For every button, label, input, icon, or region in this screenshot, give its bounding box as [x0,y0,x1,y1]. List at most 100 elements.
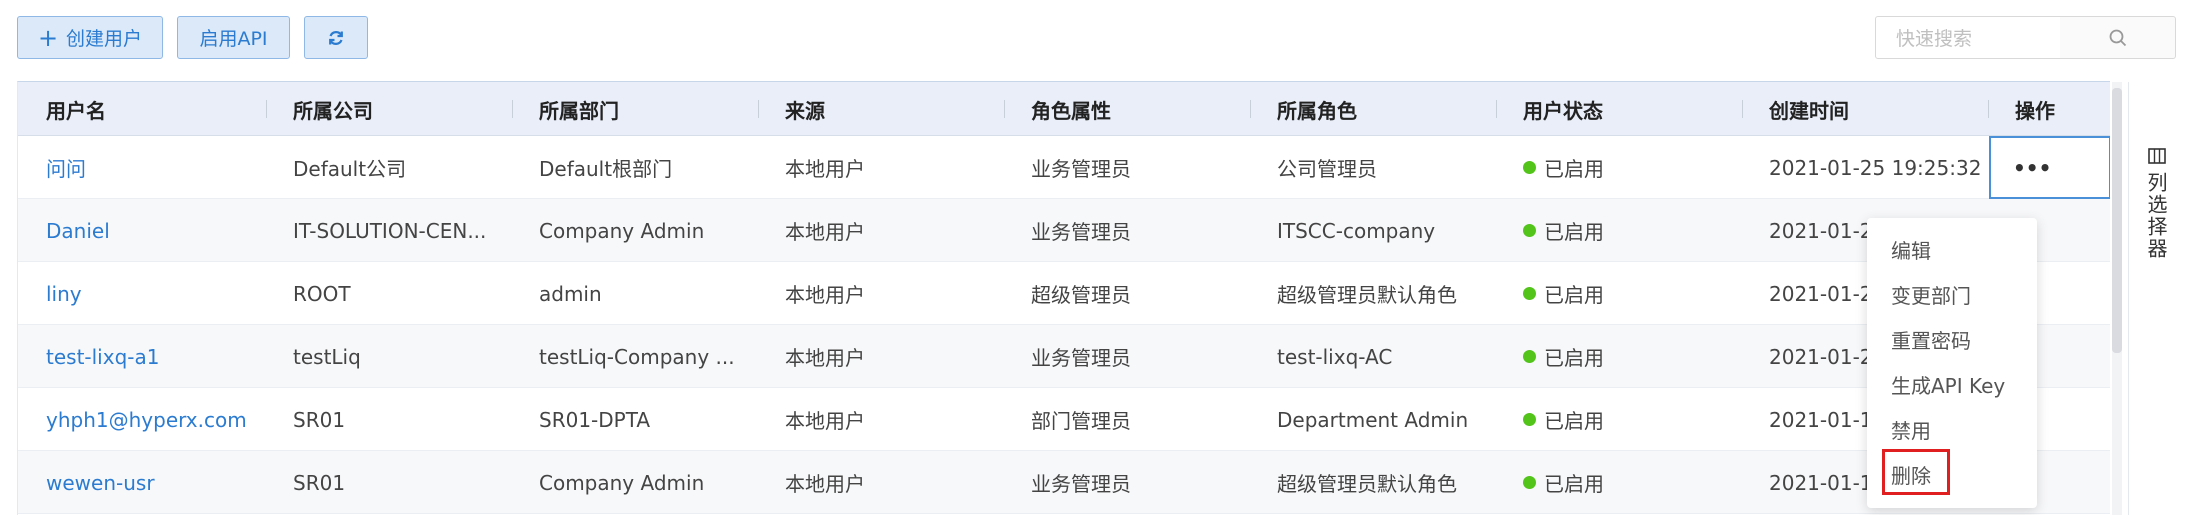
role-cell: 超级管理员默认角色 [1277,283,1457,307]
menu-item-change-department[interactable]: 变更部门 [1867,272,2037,317]
users-table: 用户名 所属公司 所属部门 来源 角色属性 所属角色 用户状态 创建时间 操作 … [17,81,2110,515]
role-attribute-cell: 超级管理员 [1031,283,1131,307]
toolbar: + 创建用户 启用API 快速搜索 [0,0,2185,80]
company-cell: Default公司 [293,157,407,181]
department-cell: Company Admin [539,470,705,495]
role-attribute-cell: 业务管理员 [1031,220,1131,244]
role-attribute-cell: 业务管理员 [1031,346,1131,370]
role-cell: test-lixq-AC [1277,344,1393,369]
status-badge: 已启用 [1523,262,1604,325]
more-icon: ••• [2013,155,2052,180]
search-icon [2109,29,2126,46]
menu-item-disable[interactable]: 禁用 [1867,407,2037,452]
company-cell: ROOT [293,281,351,306]
columns-icon [2148,148,2166,164]
vertical-scrollbar-thumb[interactable] [2112,88,2122,353]
table-row[interactable]: Daniel IT-SOLUTION-CEN... Company Admin … [18,199,2110,262]
role-cell: 超级管理员默认角色 [1277,472,1457,496]
role-cell: 公司管理员 [1277,157,1377,181]
column-divider[interactable] [1004,100,1005,118]
enable-api-label: 启用API [199,28,268,50]
status-badge: 已启用 [1523,451,1604,514]
column-header-operations: 操作 [2015,98,2055,123]
status-dot-icon [1523,287,1536,300]
table-row[interactable]: yhph1@hyperx.com SR01 SR01-DPTA 本地用户 部门管… [18,388,2110,451]
status-label: 已启用 [1544,409,1604,433]
column-selector-panel[interactable]: 列选择器 [2128,82,2185,515]
column-header-status[interactable]: 用户状态 [1523,82,1603,136]
status-dot-icon [1523,224,1536,237]
column-header-company[interactable]: 所属公司 [293,82,373,136]
username-link[interactable]: wewen-usr [46,451,155,514]
table-row[interactable]: wewen-usr SR01 Company Admin 本地用户 业务管理员 … [18,451,2110,514]
department-cell: SR01-DPTA [539,407,651,432]
column-divider[interactable] [758,100,759,118]
source-cell: 本地用户 [785,283,865,307]
source-cell: 本地用户 [785,346,865,370]
menu-item-generate-api-key[interactable]: 生成API Key [1867,362,2037,407]
status-label: 已启用 [1544,346,1604,370]
column-header-department[interactable]: 所属部门 [539,82,619,136]
refresh-icon [329,30,343,45]
column-divider[interactable] [1742,100,1743,118]
status-label: 已启用 [1544,283,1604,307]
created-time-cell: 2021-01-2 [1769,344,1873,369]
status-dot-icon [1523,350,1536,363]
menu-item-edit[interactable]: 编辑 [1867,227,2037,272]
status-badge: 已启用 [1523,199,1604,262]
create-user-label: 创建用户 [66,28,143,50]
table-row[interactable]: liny ROOT admin 本地用户 超级管理员 超级管理员默认角色 已启用… [18,262,2110,325]
source-cell: 本地用户 [785,472,865,496]
role-attribute-cell: 部门管理员 [1031,409,1131,433]
source-cell: 本地用户 [785,157,865,181]
status-label: 已启用 [1544,220,1604,244]
search-placeholder: 快速搜索 [1896,28,1973,50]
role-attribute-cell: 业务管理员 [1031,157,1131,181]
username-link[interactable]: yhph1@hyperx.com [46,388,247,451]
department-cell: admin [539,281,602,306]
role-cell: ITSCC-company [1277,218,1436,243]
table-row[interactable]: 问问 Default公司 Default根部门 本地用户 业务管理员 公司管理员… [18,136,2110,199]
column-header-role-attribute[interactable]: 角色属性 [1031,82,1111,136]
column-header-role[interactable]: 所属角色 [1277,82,1357,136]
column-divider[interactable] [512,100,513,118]
menu-item-reset-password[interactable]: 重置密码 [1867,317,2037,362]
column-divider[interactable] [1250,100,1251,118]
create-user-button[interactable]: + 创建用户 [17,16,163,59]
search-input[interactable]: 快速搜索 [1875,16,2061,59]
column-header-created[interactable]: 创建时间 [1769,82,1849,136]
department-cell: Company Admin [539,218,705,243]
username-link[interactable]: Daniel [46,199,110,262]
source-cell: 本地用户 [785,409,865,433]
enable-api-button[interactable]: 启用API [177,16,290,59]
table-header: 用户名 所属公司 所属部门 来源 角色属性 所属角色 用户状态 创建时间 操作 [18,82,2110,136]
role-attribute-cell: 业务管理员 [1031,472,1131,496]
column-divider[interactable] [1496,100,1497,118]
column-header-username[interactable]: 用户名 [46,82,106,136]
username-link[interactable]: 问问 [46,136,86,199]
search-button[interactable] [2060,16,2176,59]
column-header-source[interactable]: 来源 [785,82,825,136]
column-selector-label: 列选择器 [2144,172,2168,260]
username-link[interactable]: test-lixq-a1 [46,325,159,388]
created-time-cell: 2021-01-2 [1769,218,1873,243]
column-divider[interactable] [1988,100,1989,118]
status-badge: 已启用 [1523,325,1604,388]
more-actions-button[interactable]: ••• [1989,136,2110,199]
company-cell: SR01 [293,407,346,432]
company-cell: SR01 [293,470,346,495]
status-dot-icon [1523,476,1536,489]
username-link[interactable]: liny [46,262,82,325]
table-row[interactable]: test-lixq-a1 testLiq testLiq-Company ...… [18,325,2110,388]
plus-icon: + [37,23,59,52]
department-cell: testLiq-Company ... [539,344,735,369]
created-time-cell: 2021-01-1 [1769,407,1873,432]
created-time-cell: 2021-01-2 [1769,281,1873,306]
status-dot-icon [1523,161,1536,174]
created-time-cell: 2021-01-1 [1769,470,1873,495]
status-label: 已启用 [1544,157,1604,181]
column-divider[interactable] [266,100,267,118]
company-cell: IT-SOLUTION-CEN... [293,218,487,243]
refresh-button[interactable] [304,16,368,59]
status-badge: 已启用 [1523,136,1604,199]
